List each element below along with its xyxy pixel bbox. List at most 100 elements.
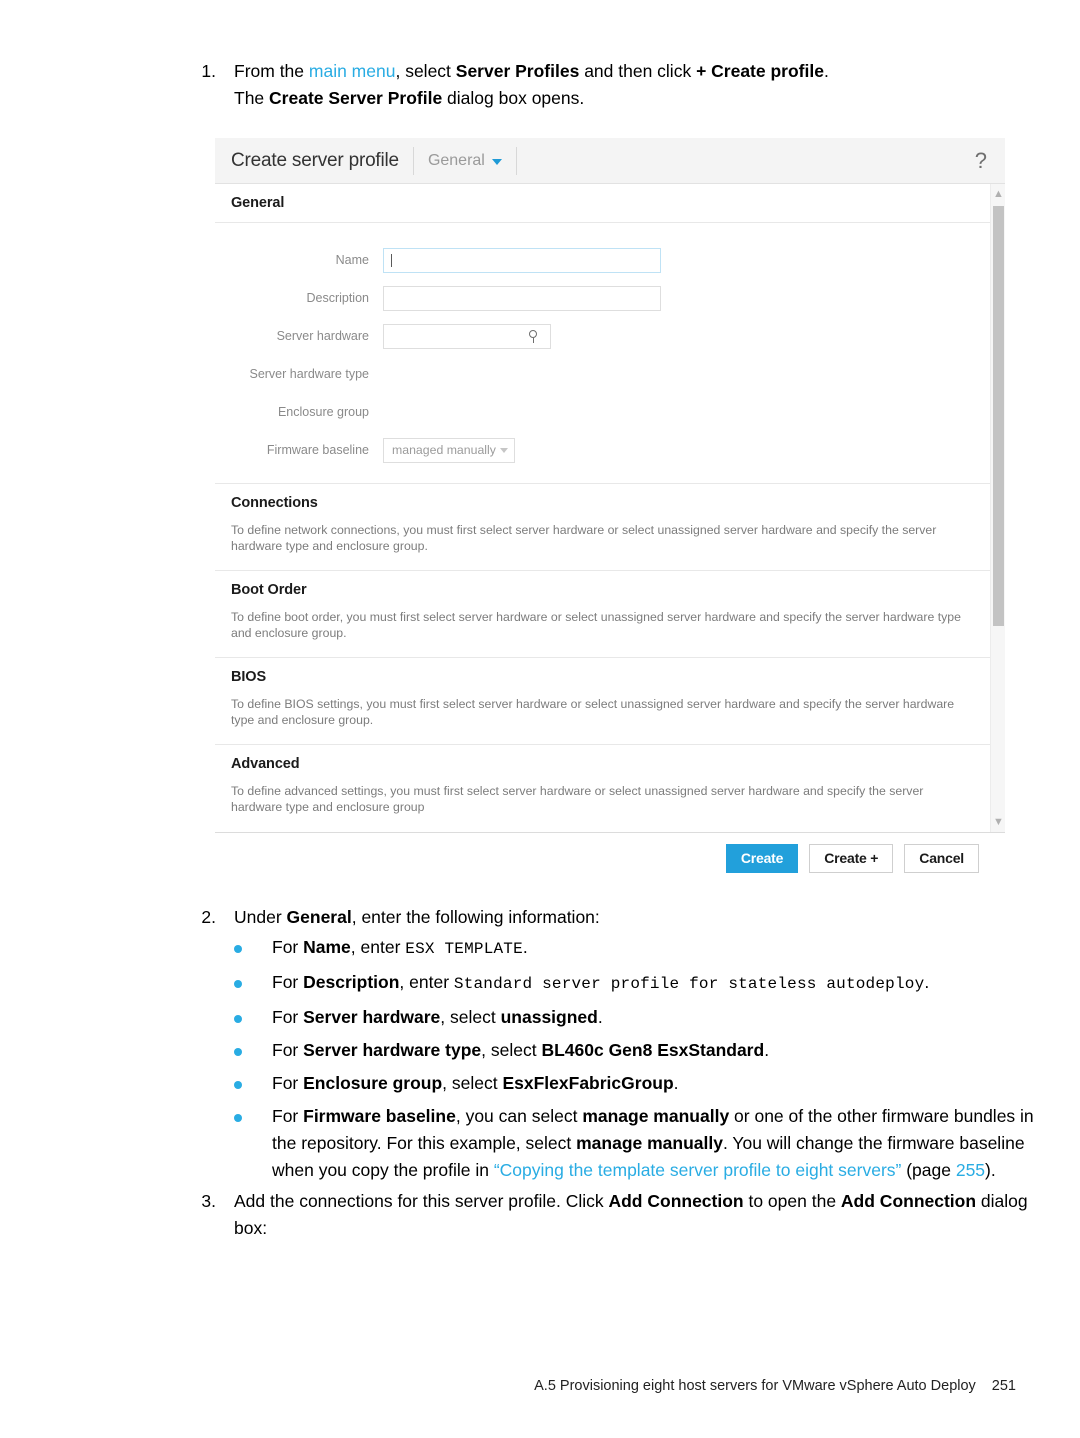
field-row-firmware-baseline: Firmware baseline managed manually	[215, 431, 990, 469]
text: .	[597, 1007, 603, 1027]
dialog-action-bar: Create Create + Cancel	[215, 833, 1005, 883]
breadcrumb-general[interactable]: General	[414, 147, 516, 175]
text: Add the connections for this server prof…	[234, 1191, 609, 1211]
text-bold: Enclosure group	[303, 1073, 443, 1093]
text: , enter	[350, 937, 406, 957]
text-bold: EsxFlexFabricGroup	[502, 1073, 674, 1093]
text: .	[764, 1040, 770, 1060]
text: From the	[234, 61, 309, 81]
text-bold: Server hardware	[303, 1007, 441, 1027]
text-bold: Add Connection	[608, 1191, 744, 1211]
bullet-icon	[234, 980, 242, 988]
text: .	[673, 1073, 679, 1093]
section-text-boot-order: To define boot order, you must first sel…	[231, 610, 961, 640]
footer-text: A.5 Provisioning eight host servers for …	[534, 1378, 976, 1394]
bullet-text-firmware-baseline: For Firmware baseline, you can select ma…	[272, 1103, 1034, 1184]
step-2-intro: Under General, enter the following infor…	[234, 904, 600, 931]
text-bold: manage manually	[576, 1133, 723, 1153]
field-row-name: Name	[215, 241, 990, 279]
text-bold: General	[286, 907, 352, 927]
text: , select	[440, 1007, 501, 1027]
create-button[interactable]: Create	[725, 843, 799, 873]
list-item: For Description, enter Standard server p…	[234, 969, 1034, 998]
list-item: For Server hardware type, select BL460c …	[234, 1037, 1034, 1064]
dialog-scroll-area: General Name Description Server hardware	[215, 184, 1005, 833]
server-hardware-input[interactable]	[383, 323, 551, 349]
bullet-text-enclosure-group: For Enclosure group, select EsxFlexFabri…	[272, 1070, 679, 1097]
code-value: ESX TEMPLATE	[405, 940, 523, 958]
bullet-text-server-hardware: For Server hardware, select unassigned.	[272, 1004, 603, 1031]
firmware-baseline-select[interactable]: managed manually	[383, 437, 515, 463]
title-divider-2	[515, 146, 517, 175]
field-row-description: Description	[215, 279, 990, 317]
section-text-advanced: To define advanced settings, you must fi…	[231, 784, 924, 814]
text: dialog box opens.	[442, 88, 585, 108]
step-2-bullet-list: For Name, enter ESX TEMPLATE. For Descri…	[234, 934, 1034, 1190]
section-heading-bios[interactable]: BIOS	[215, 658, 990, 696]
bullet-icon	[234, 1081, 242, 1089]
label-server-hardware: Server hardware	[276, 329, 369, 343]
label-server-hardware-type: Server hardware type	[249, 367, 369, 381]
section-text-bios: To define BIOS settings, you must first …	[231, 697, 955, 727]
breadcrumb-label: General	[427, 151, 485, 169]
cancel-button[interactable]: Cancel	[904, 843, 979, 873]
dialog-titlebar: Create server profile General ?	[215, 138, 1005, 184]
text: , enter the following information:	[351, 907, 600, 927]
step-3-body: Add the connections for this server prof…	[234, 1188, 1050, 1242]
text: (page	[901, 1160, 956, 1180]
text-bold: Server hardware type	[303, 1040, 482, 1060]
bullet-icon	[234, 945, 242, 953]
text: .	[823, 61, 829, 81]
chevron-down-icon	[491, 158, 502, 165]
step-2: 2. Under General, enter the following in…	[170, 904, 1050, 931]
label-description: Description	[306, 291, 369, 305]
chevron-down-icon	[500, 447, 508, 453]
dialog-content: General Name Description Server hardware	[215, 184, 990, 831]
scroll-up-arrow-icon[interactable]: ▲	[991, 186, 1005, 202]
create-plus-button[interactable]: Create +	[809, 843, 894, 873]
text: to open the	[743, 1191, 841, 1211]
text-bold: Add Connection	[840, 1191, 977, 1211]
description-input[interactable]	[383, 285, 661, 311]
general-form: Name Description Server hardware Server …	[215, 223, 990, 483]
firmware-baseline-value: managed manually	[392, 443, 496, 457]
section-heading-general: General	[215, 184, 990, 223]
section-heading-advanced[interactable]: Advanced	[215, 745, 990, 783]
text: , you can select	[455, 1106, 583, 1126]
bullet-icon	[234, 1114, 242, 1122]
search-icon	[529, 329, 542, 343]
text: , select	[442, 1073, 503, 1093]
text: .	[522, 937, 528, 957]
text: The	[234, 88, 270, 108]
text: For	[272, 1040, 304, 1060]
text: .	[924, 972, 930, 992]
scroll-down-arrow-icon[interactable]: ▼	[991, 814, 1005, 830]
text: and then click	[579, 61, 697, 81]
copying-template-link[interactable]: “Copying the template server profile to …	[494, 1160, 902, 1180]
text-cursor	[391, 253, 392, 267]
name-input[interactable]	[383, 247, 661, 273]
document-page: 1. From the main menu, select Server Pro…	[0, 0, 1080, 1438]
field-row-enclosure-group: Enclosure group	[215, 393, 990, 431]
text-bold: Create Server Profile	[269, 88, 443, 108]
section-heading-boot-order[interactable]: Boot Order	[215, 571, 990, 609]
main-menu-link[interactable]: main menu	[309, 61, 396, 81]
page-number: 251	[991, 1378, 1016, 1394]
vertical-scrollbar[interactable]: ▲ ▼	[990, 184, 1005, 832]
help-icon[interactable]: ?	[975, 149, 991, 172]
step-2-number: 2.	[201, 907, 216, 927]
scrollbar-thumb[interactable]	[993, 206, 1004, 626]
bullet-icon	[234, 1048, 242, 1056]
text: , select	[481, 1040, 542, 1060]
section-heading-connections[interactable]: Connections	[215, 484, 990, 522]
list-item: For Enclosure group, select EsxFlexFabri…	[234, 1070, 1034, 1097]
step-1: 1. From the main menu, select Server Pro…	[170, 58, 1050, 112]
label-firmware-baseline: Firmware baseline	[266, 443, 369, 457]
page-footer: A.5 Provisioning eight host servers for …	[0, 1378, 1016, 1394]
text: Under	[234, 907, 287, 927]
list-item: For Firmware baseline, you can select ma…	[234, 1103, 1034, 1184]
page-reference-link[interactable]: 255	[956, 1160, 985, 1180]
code-value: Standard server profile for stateless au…	[453, 975, 925, 993]
section-text-connections: To define network connections, you must …	[231, 523, 937, 553]
bullet-text-name: For Name, enter ESX TEMPLATE.	[272, 934, 528, 963]
